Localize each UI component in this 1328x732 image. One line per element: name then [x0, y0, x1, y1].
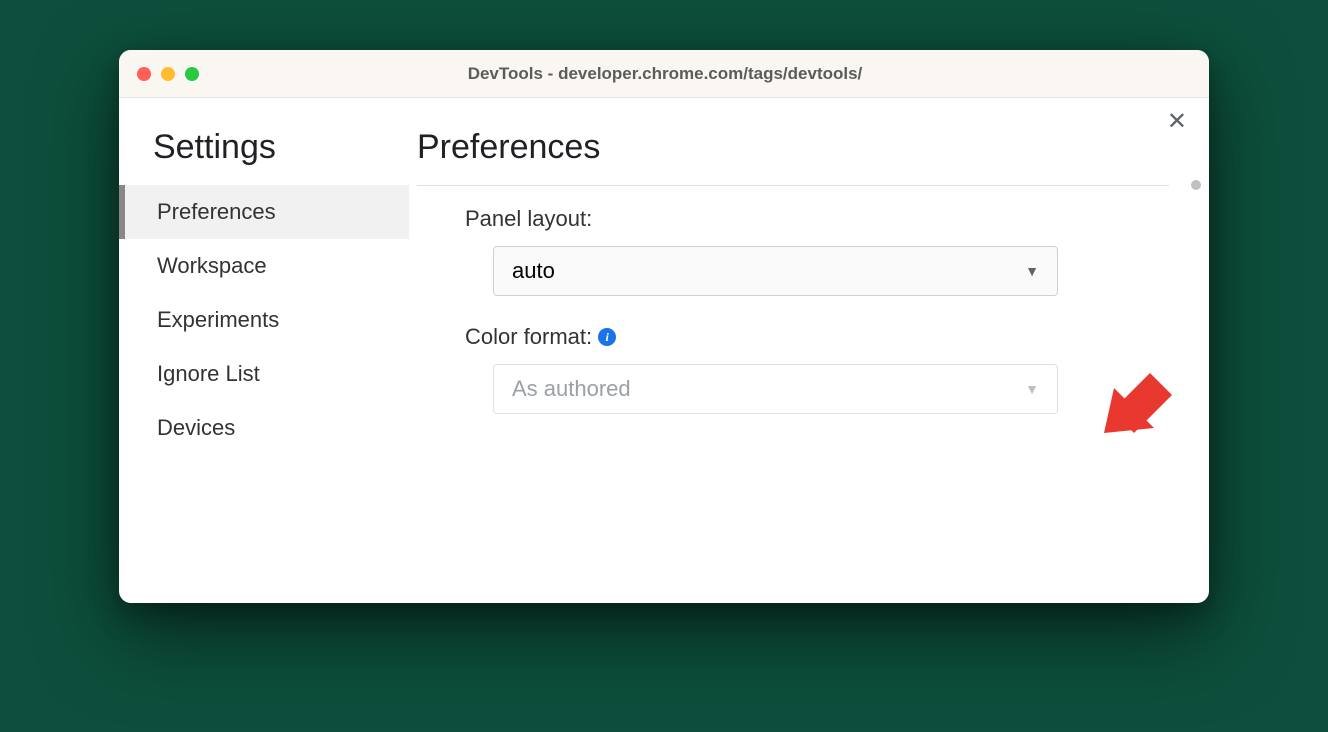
color-format-label: Color format: i [465, 324, 1129, 350]
panel-layout-select[interactable]: auto ▼ [493, 246, 1058, 296]
sidebar-item-ignore-list[interactable]: Ignore List [119, 347, 409, 401]
traffic-lights [137, 67, 199, 81]
sidebar-item-label: Preferences [157, 199, 276, 224]
sidebar-item-experiments[interactable]: Experiments [119, 293, 409, 347]
sidebar-item-preferences[interactable]: Preferences [119, 185, 409, 239]
maximize-window-button[interactable] [185, 67, 199, 81]
sidebar-item-label: Experiments [157, 307, 279, 332]
info-icon[interactable]: i [598, 328, 616, 346]
settings-content: ✕ Settings Preferences Workspace Experim… [119, 98, 1209, 603]
preferences-title: Preferences [417, 128, 1169, 186]
preferences-panel: Preferences Panel layout: auto ▼ Color f… [409, 98, 1209, 603]
select-value: As authored [512, 376, 631, 402]
window-title: DevTools - developer.chrome.com/tags/dev… [199, 64, 1191, 84]
sidebar-item-devices[interactable]: Devices [119, 401, 409, 455]
panel-layout-label: Panel layout: [465, 206, 1129, 232]
settings-sidebar: Settings Preferences Workspace Experimen… [119, 98, 409, 603]
sidebar-title: Settings [119, 128, 409, 185]
setting-label-text: Panel layout: [465, 206, 592, 232]
minimize-window-button[interactable] [161, 67, 175, 81]
chevron-down-icon: ▼ [1025, 381, 1039, 397]
close-window-button[interactable] [137, 67, 151, 81]
sidebar-item-label: Ignore List [157, 361, 260, 386]
window-titlebar: DevTools - developer.chrome.com/tags/dev… [119, 50, 1209, 98]
sidebar-item-label: Workspace [157, 253, 267, 278]
sidebar-item-label: Devices [157, 415, 235, 440]
color-format-setting: Color format: i As authored ▼ [417, 324, 1169, 414]
sidebar-item-workspace[interactable]: Workspace [119, 239, 409, 293]
color-format-select[interactable]: As authored ▼ [493, 364, 1058, 414]
panel-layout-setting: Panel layout: auto ▼ [417, 206, 1169, 296]
scrollbar-thumb[interactable] [1191, 180, 1201, 190]
devtools-settings-window: DevTools - developer.chrome.com/tags/dev… [119, 50, 1209, 603]
select-value: auto [512, 258, 555, 284]
setting-label-text: Color format: [465, 324, 592, 350]
chevron-down-icon: ▼ [1025, 263, 1039, 279]
